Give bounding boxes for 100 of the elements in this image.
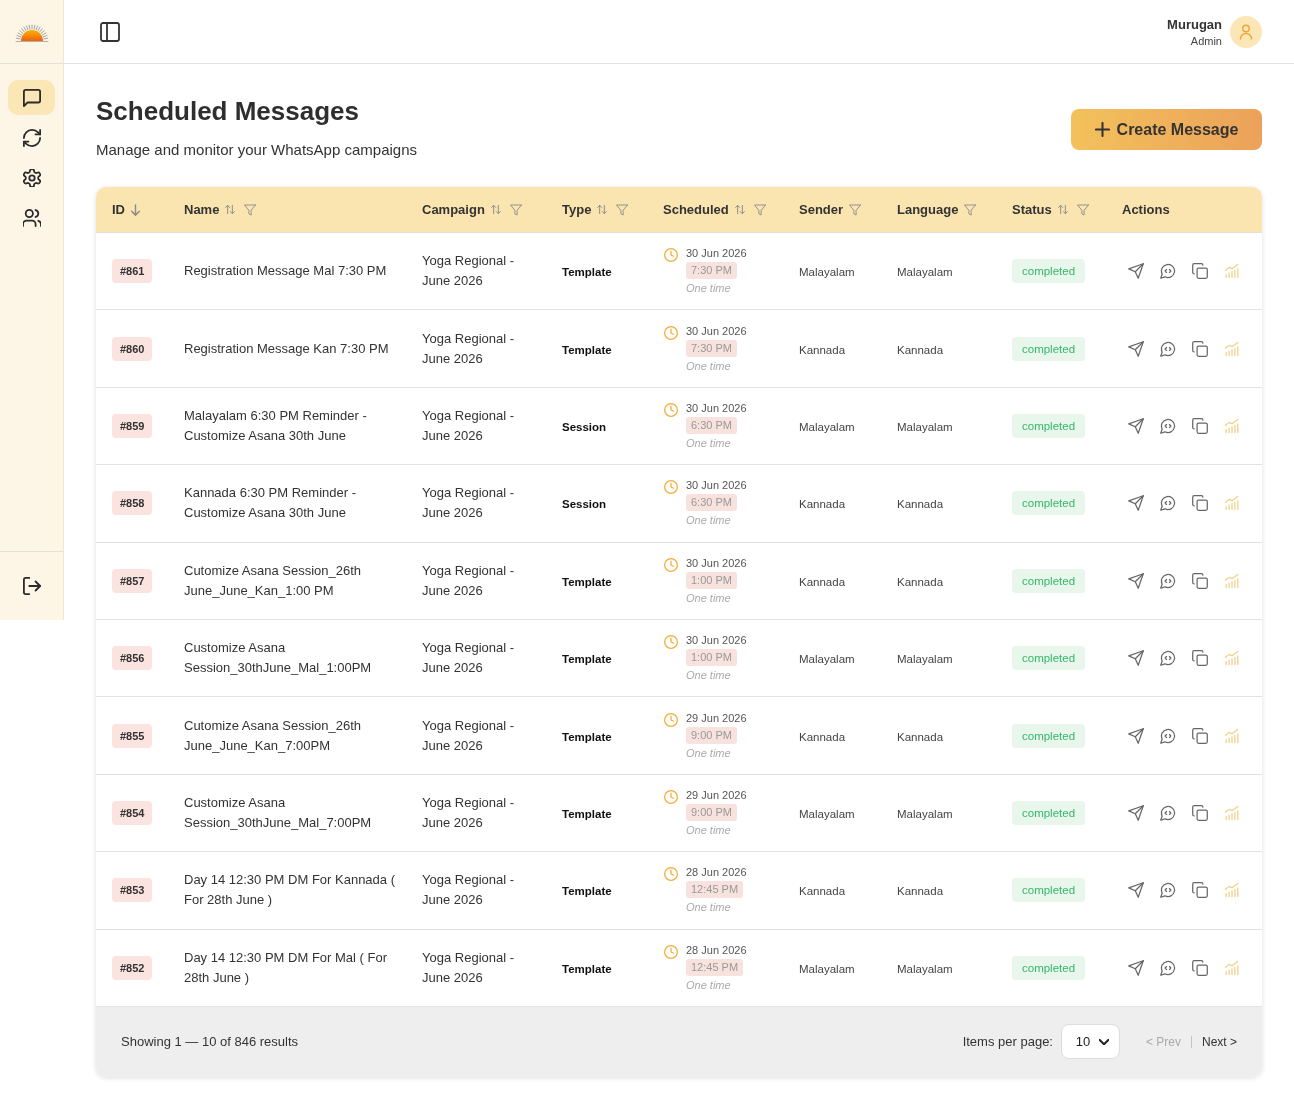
message-type: Template (562, 575, 612, 588)
sidebar-toggle-button[interactable] (100, 21, 120, 42)
scheduled-date: 30 Jun 2026 (686, 246, 747, 261)
send-icon (1128, 804, 1144, 821)
language-label: Kannada (897, 730, 944, 743)
language-label: Malayalam (897, 266, 953, 279)
campaign-name: Yoga Regional - June 2026 (422, 329, 516, 368)
send-icon (1128, 417, 1144, 434)
send-icon (1128, 495, 1144, 512)
message-code-icon (1160, 727, 1176, 744)
scheduled-time-badge: 9:00 PM (686, 726, 737, 744)
message-type: Template (562, 266, 612, 279)
scheduled-date: 28 Jun 2026 (686, 942, 747, 957)
message-name: Customize Asana Session_30thJune_Mal_1:00PM (184, 639, 373, 678)
items-per-page-select[interactable]: 10 (1060, 1024, 1120, 1060)
column-header: Scheduled (663, 202, 729, 217)
user-role: Admin (1190, 34, 1222, 47)
campaign-name: Yoga Regional - June 2026 (422, 484, 516, 523)
message-name: Day 14 12:30 PM DM For Kannada ( For 28th June ) (184, 871, 396, 910)
copy-icon (1192, 495, 1208, 512)
language-label: Malayalam (897, 807, 953, 820)
language-label: Malayalam (897, 420, 953, 433)
language-label: Malayalam (897, 962, 953, 975)
recurrence-label: One time (686, 668, 731, 684)
status-badge: completed (1012, 259, 1086, 284)
sender-name: Kannada (799, 730, 846, 743)
clock-icon (664, 635, 678, 650)
scheduled-time-badge: 6:30 PM (686, 494, 737, 512)
message-id-badge: #854 (112, 800, 153, 825)
message-code-icon (1160, 340, 1176, 357)
status-badge: completed (1012, 491, 1086, 516)
arrow-down-icon[interactable] (131, 203, 140, 216)
copy-icon (1192, 417, 1208, 434)
message-code-icon (1160, 882, 1176, 899)
message-code-icon (1160, 263, 1176, 280)
scheduled-time-badge: 1:00 PM (686, 571, 737, 589)
recurrence-label: One time (686, 513, 731, 529)
sender-name: Malayalam (799, 807, 855, 820)
clock-icon (664, 789, 678, 804)
messages-button[interactable] (8, 80, 55, 115)
language-label: Malayalam (897, 653, 953, 666)
campaign-name: Yoga Regional - June 2026 (422, 561, 516, 600)
message-code-icon (1160, 804, 1176, 821)
create-message-button[interactable]: Create Message (1071, 109, 1262, 150)
copy-icon (1192, 804, 1208, 821)
column-header: Type (562, 202, 592, 217)
send-icon (1128, 882, 1144, 899)
campaign-name: Yoga Regional - June 2026 (422, 252, 516, 291)
copy-icon (1192, 572, 1208, 589)
bar-chart-icon (1224, 495, 1240, 512)
recurrence-label: One time (686, 281, 731, 297)
next-page-link[interactable]: Next > (1202, 1034, 1237, 1049)
message-icon (22, 88, 41, 107)
send-icon (1128, 263, 1144, 280)
user-name: Murugan (1167, 16, 1222, 32)
message-code-icon (1160, 495, 1176, 512)
scheduled-time-badge: 7:30 PM (686, 339, 737, 357)
sender-name: Malayalam (799, 653, 855, 666)
bar-chart-icon (1224, 959, 1240, 976)
message-code-icon (1160, 417, 1176, 434)
column-header: Actions (1122, 202, 1170, 217)
message-name: Registration Message Mal 7:30 PM (184, 262, 388, 281)
scheduled-date: 30 Jun 2026 (686, 478, 747, 493)
message-type: Template (562, 962, 612, 975)
copy-icon (1192, 263, 1208, 280)
message-type: Template (562, 343, 612, 356)
campaign-name: Yoga Regional - June 2026 (422, 639, 516, 678)
scheduled-date: 30 Jun 2026 (686, 555, 747, 570)
scheduled-date: 29 Jun 2026 (686, 710, 747, 725)
recurrence-label: One time (686, 822, 731, 838)
message-name: Cutomize Asana Session_26th June_June_Kan_7:00PM (184, 716, 363, 755)
bar-chart-icon (1224, 650, 1240, 667)
send-icon (1128, 727, 1144, 744)
message-id-badge: #859 (112, 413, 153, 438)
logout-icon (22, 577, 41, 595)
clock-icon (664, 944, 678, 959)
column-header: Language (897, 202, 959, 217)
message-name: Cutomize Asana Session_26th June_June_Kan_1:00 PM (184, 561, 363, 600)
sender-name: Malayalam (799, 266, 855, 279)
sidebar-panel-icon (100, 21, 120, 42)
settings-icon (22, 168, 41, 187)
status-badge: completed (1012, 413, 1086, 438)
recurrence-label: One time (686, 358, 731, 374)
message-name: Day 14 12:30 PM DM For Mal ( For 28th June ) (184, 948, 388, 987)
message-id-badge: #852 (112, 955, 153, 980)
message-id-badge: #853 (112, 878, 153, 903)
copy-icon (1192, 959, 1208, 976)
column-header: Campaign (422, 202, 485, 217)
page-title: Scheduled Messages (96, 95, 360, 127)
status-badge: completed (1012, 336, 1086, 361)
bar-chart-icon (1224, 727, 1240, 744)
recurrence-label: One time (686, 745, 731, 761)
sender-name: Kannada (799, 343, 846, 356)
scheduled-time-badge: 1:00 PM (686, 649, 737, 667)
campaign-name: Yoga Regional - June 2026 (422, 871, 516, 910)
bar-chart-icon (1224, 882, 1240, 899)
plus-icon (1094, 122, 1110, 137)
items-per-page-label: Items per page: (962, 1034, 1053, 1050)
refresh-icon (22, 128, 41, 147)
scheduled-time-badge: 12:45 PM (686, 881, 744, 899)
